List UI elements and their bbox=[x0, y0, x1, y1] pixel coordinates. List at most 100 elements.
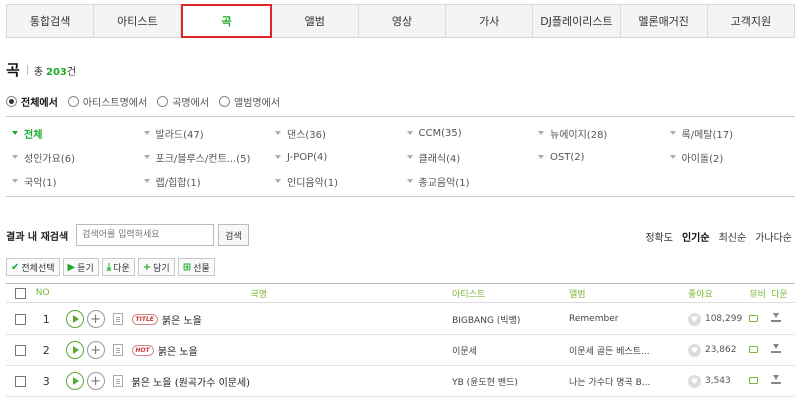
research-input[interactable] bbox=[76, 224, 215, 246]
gift-icon: ⊞ bbox=[182, 261, 192, 273]
genre-item[interactable]: 포크/블루스/컨트...(5) bbox=[138, 150, 270, 165]
row-checkbox[interactable] bbox=[15, 344, 27, 356]
heart-icon: ♥ bbox=[687, 343, 701, 357]
genre-item[interactable]: OST(2) bbox=[532, 152, 664, 163]
album-link[interactable]: Remember bbox=[569, 314, 688, 324]
genre-item[interactable]: CCM(35) bbox=[401, 128, 533, 139]
like-button[interactable]: ♥ 23,862 bbox=[687, 343, 749, 357]
triangle-down-icon bbox=[12, 155, 18, 159]
genre-item[interactable]: 인디음악(1) bbox=[269, 174, 401, 189]
tab-integrated-search[interactable]: 통합검색 bbox=[7, 5, 95, 37]
row-number: 3 bbox=[42, 374, 50, 388]
triangle-down-icon bbox=[406, 155, 413, 159]
genre-item[interactable]: 국악(1) bbox=[6, 174, 138, 189]
row-checkbox[interactable] bbox=[15, 313, 27, 325]
artist-link[interactable]: YB (윤도현 밴드) bbox=[452, 375, 569, 388]
song-title[interactable]: 붉은 노을 (원곡가수 이문세) bbox=[132, 374, 251, 389]
radio-dot-icon bbox=[67, 96, 79, 107]
lyrics-icon[interactable] bbox=[112, 344, 123, 356]
tab-lyrics[interactable]: 가사 bbox=[446, 5, 534, 37]
download-icon[interactable] bbox=[771, 344, 782, 353]
sort-newest[interactable]: 최신순 bbox=[719, 229, 747, 244]
download-button[interactable]: ⤓ 다운 bbox=[101, 258, 135, 276]
genre-item[interactable]: 랩/힙합(1) bbox=[138, 174, 270, 189]
add-icon[interactable]: + bbox=[86, 310, 105, 328]
radio-dot-icon bbox=[157, 96, 169, 107]
radio-dot-icon bbox=[219, 96, 231, 107]
select-all-button[interactable]: ✔ 전체선택 bbox=[6, 258, 60, 276]
header-song: 곡명 bbox=[250, 289, 268, 300]
title-badge: TITLE bbox=[131, 313, 158, 325]
tab-artist[interactable]: 아티스트 bbox=[94, 5, 182, 37]
triangle-down-icon bbox=[143, 131, 150, 135]
genre-item[interactable]: 댄스(36) bbox=[269, 126, 401, 141]
genre-item[interactable]: 종교음악(1) bbox=[401, 174, 533, 189]
listen-button[interactable]: ▶ 듣기 bbox=[62, 258, 99, 276]
radio-song[interactable]: 곡명에서 bbox=[157, 94, 209, 109]
sort-alphabetical[interactable]: 가나다순 bbox=[755, 229, 792, 244]
tab-video[interactable]: 영상 bbox=[359, 5, 447, 37]
add-icon[interactable]: + bbox=[86, 341, 105, 359]
triangle-down-icon bbox=[12, 179, 18, 183]
genre-item[interactable]: J-POP(4) bbox=[269, 152, 401, 163]
research-button[interactable]: 검색 bbox=[218, 224, 249, 246]
plus-icon: + bbox=[142, 261, 152, 273]
tab-album[interactable]: 앨범 bbox=[272, 5, 359, 37]
play-icon[interactable] bbox=[65, 310, 84, 328]
add-icon[interactable]: + bbox=[86, 372, 105, 390]
play-icon[interactable] bbox=[65, 372, 84, 390]
album-link[interactable]: 이문세 골든 베스트... bbox=[569, 344, 688, 357]
radio-album[interactable]: 앨범명에서 bbox=[219, 94, 280, 109]
triangle-down-icon bbox=[143, 179, 150, 183]
hot-badge: HOT bbox=[131, 344, 154, 356]
tab-melon-magazine[interactable]: 멜론매거진 bbox=[621, 5, 708, 37]
artist-link[interactable]: 이문세 bbox=[452, 344, 569, 357]
header-down: 다운 bbox=[771, 289, 788, 300]
row-checkbox[interactable] bbox=[15, 375, 27, 387]
sort-accuracy[interactable]: 정확도 bbox=[645, 229, 673, 244]
tab-customer-support[interactable]: 고객지원 bbox=[708, 5, 794, 37]
table-header: NO 곡명 아티스트 앨범 좋아요 뮤비 다운 bbox=[6, 283, 795, 303]
genre-item[interactable]: 뉴에이지(28) bbox=[532, 126, 664, 141]
artist-link[interactable]: BIGBANG (빅뱅) bbox=[452, 313, 569, 326]
add-button[interactable]: + 담기 bbox=[137, 258, 175, 276]
play-icon[interactable] bbox=[65, 341, 84, 359]
row-number: 1 bbox=[42, 312, 50, 326]
genre-item[interactable]: 성인가요(6) bbox=[6, 150, 138, 165]
download-icon[interactable] bbox=[771, 313, 782, 322]
song-title[interactable]: 붉은 노을 bbox=[162, 312, 202, 327]
section-header: 곡 총 203 건 bbox=[6, 59, 76, 80]
genre-item[interactable]: 클래식(4) bbox=[401, 150, 533, 165]
download-icon[interactable] bbox=[771, 375, 782, 384]
like-button[interactable]: ♥ 108,299 bbox=[687, 312, 749, 326]
triangle-down-icon bbox=[406, 131, 413, 135]
album-link[interactable]: 나는 가수다 명곡 B... bbox=[569, 375, 688, 388]
gift-button[interactable]: ⊞ 선물 bbox=[177, 258, 215, 276]
select-all-checkbox[interactable] bbox=[15, 287, 27, 299]
music-video-icon[interactable] bbox=[749, 314, 759, 322]
tab-dj-playlist[interactable]: DJ플레이리스트 bbox=[533, 5, 621, 37]
music-video-icon[interactable] bbox=[749, 376, 759, 384]
action-toolbar: ✔ 전체선택 ▶ 듣기 ⤓ 다운 + 담기 ⊞ 선물 bbox=[6, 258, 218, 276]
like-button[interactable]: ♥ 3,543 bbox=[687, 374, 749, 388]
music-video-icon[interactable] bbox=[749, 345, 759, 353]
genre-row: 성인가요(6) 포크/블루스/컨트...(5) J-POP(4) 클래식(4) … bbox=[6, 145, 795, 169]
row-number: 2 bbox=[42, 343, 50, 357]
genre-item[interactable]: 아이돌(2) bbox=[664, 150, 796, 165]
lyrics-icon[interactable] bbox=[112, 313, 123, 325]
triangle-down-icon bbox=[669, 131, 676, 135]
genre-item[interactable]: 발라드(47) bbox=[138, 126, 270, 141]
tab-song[interactable]: 곡 bbox=[181, 4, 272, 38]
radio-all[interactable]: 전체에서 bbox=[6, 94, 58, 109]
search-scope-radios: 전체에서 아티스트명에서 곡명에서 앨범명에서 bbox=[6, 94, 290, 109]
genre-item[interactable]: 전체 bbox=[6, 126, 138, 141]
sort-popularity[interactable]: 인기순 bbox=[682, 229, 710, 244]
lyrics-icon[interactable] bbox=[112, 375, 123, 387]
heart-icon: ♥ bbox=[687, 312, 701, 326]
radio-artist[interactable]: 아티스트명에서 bbox=[67, 94, 147, 109]
triangle-down-icon bbox=[538, 155, 544, 159]
result-count: 203 bbox=[46, 67, 67, 78]
genre-item[interactable]: 록/메탈(17) bbox=[664, 126, 796, 141]
song-title[interactable]: 붉은 노을 bbox=[158, 343, 198, 358]
triangle-down-icon bbox=[406, 179, 413, 183]
